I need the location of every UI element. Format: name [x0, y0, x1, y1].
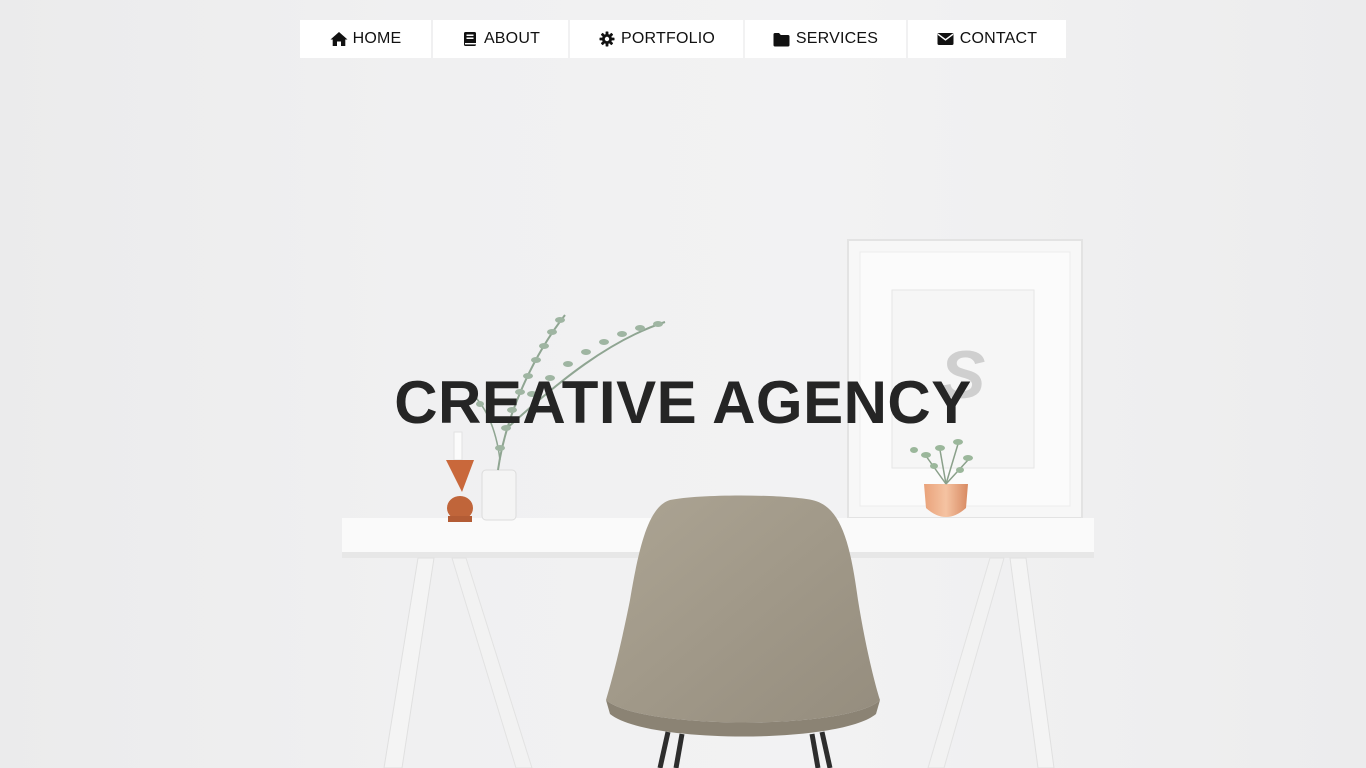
home-icon	[330, 31, 348, 47]
nav-item-label: ABOUT	[483, 30, 541, 47]
hero-title: CREATIVE AGENCY	[394, 369, 972, 436]
main-navigation: HOME ABOUT PORTFOLIO SERVICES CONTACT	[300, 20, 1066, 58]
nav-item-about[interactable]: ABOUT	[433, 20, 568, 58]
nav-item-label: CONTACT	[959, 30, 1038, 47]
nav-item-services[interactable]: SERVICES	[745, 20, 906, 58]
folder-icon	[773, 31, 791, 47]
book-icon	[461, 31, 479, 47]
nav-item-home[interactable]: HOME	[300, 20, 431, 58]
hero-section: S HOME ABOUT PORTFOLIO SERVICES CONTACT …	[0, 0, 1366, 768]
envelope-icon	[937, 31, 955, 47]
candle-holder	[446, 431, 474, 522]
nav-item-label: PORTFOLIO	[621, 30, 715, 47]
nav-item-label: SERVICES	[795, 30, 879, 47]
chair	[606, 495, 880, 768]
gear-icon	[598, 31, 616, 47]
nav-item-contact[interactable]: CONTACT	[908, 20, 1066, 58]
nav-item-portfolio[interactable]: PORTFOLIO	[570, 20, 743, 58]
nav-item-label: HOME	[352, 30, 402, 47]
